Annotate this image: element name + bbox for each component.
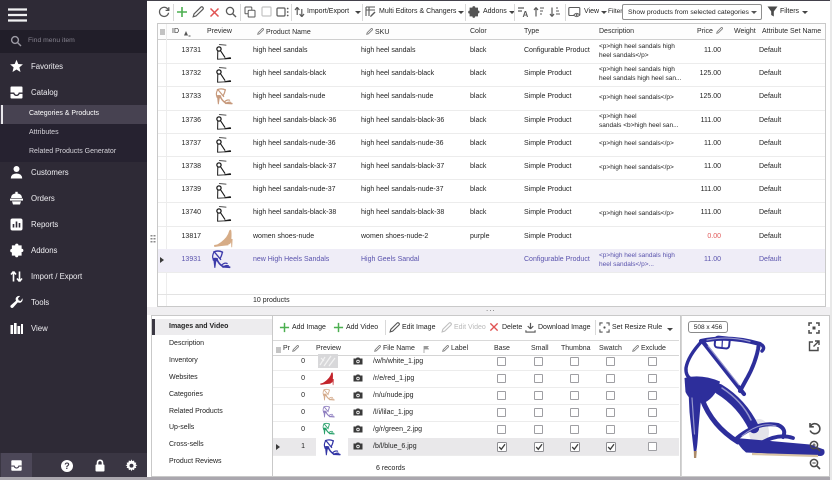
- svg-text:?: ?: [64, 461, 70, 471]
- svg-text:A: A: [523, 10, 529, 18]
